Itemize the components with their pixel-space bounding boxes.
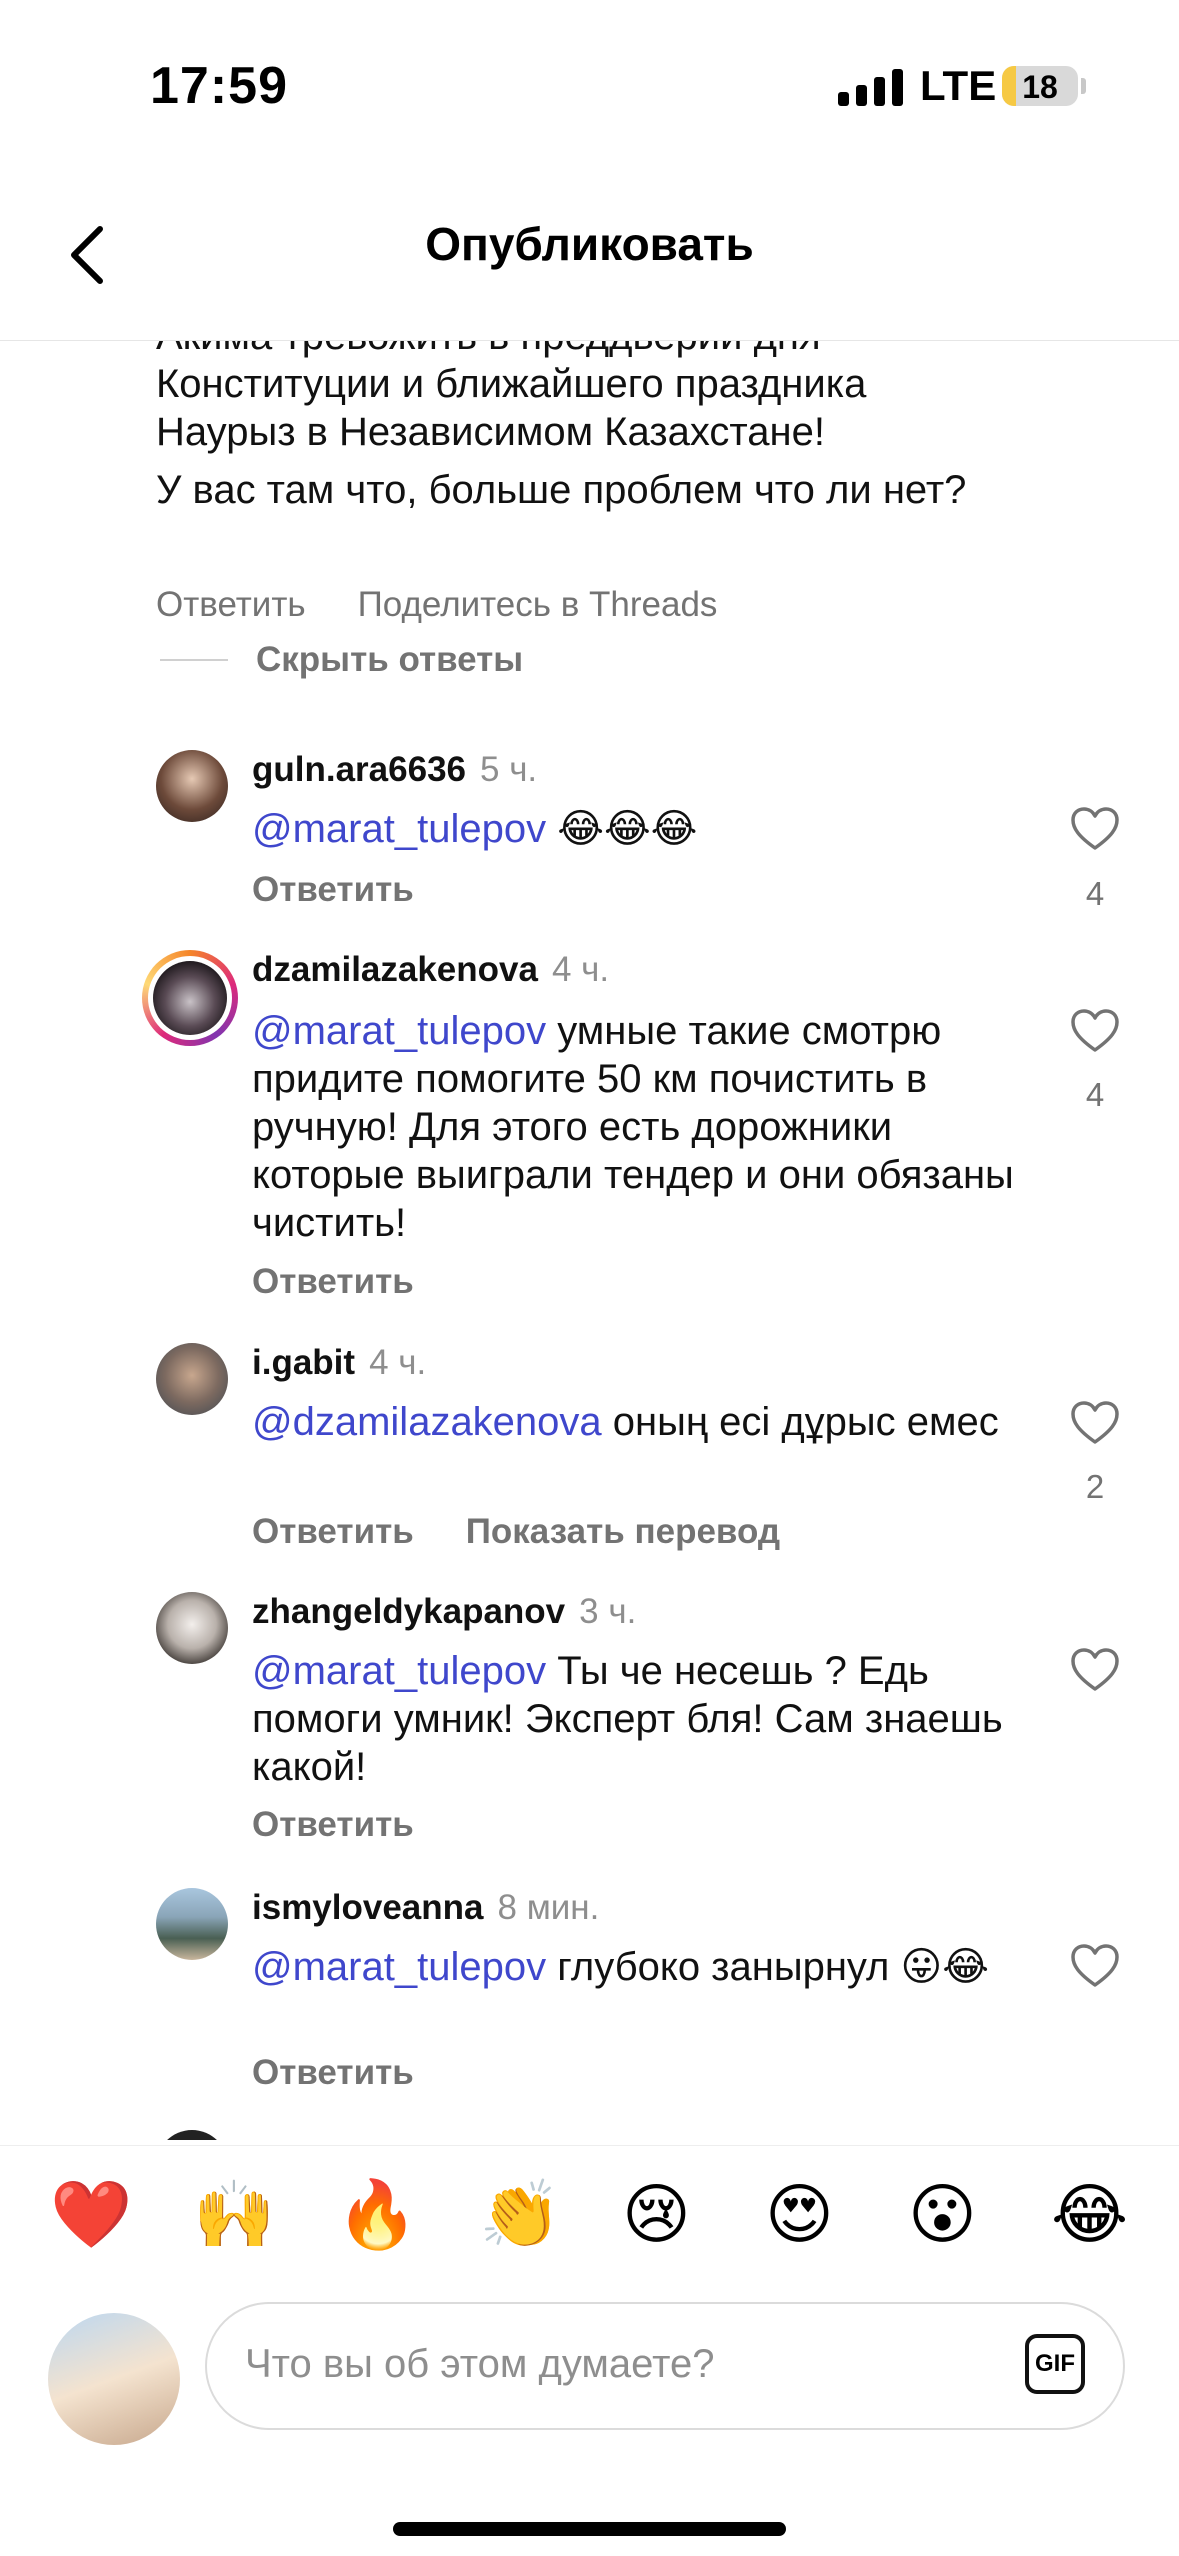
like-count: 2 [1085, 1468, 1105, 1505]
comment-time: 4 ч. [369, 1343, 427, 1382]
reply-button[interactable]: Ответить [252, 1512, 414, 1552]
mention-link[interactable]: @dzamilazakenova [252, 1400, 602, 1444]
reply-button[interactable]: Ответить [252, 2053, 414, 2093]
mention-link[interactable]: @marat_tulepov [252, 1649, 546, 1693]
avatar[interactable] [156, 1592, 228, 1664]
post-text-2: У вас там что, больше проблем что ли нет… [156, 468, 967, 512]
like-count: 4 [1085, 1076, 1105, 1113]
show-translation-button[interactable]: Показать перевод [466, 1512, 780, 1552]
page-header: Опубликовать [0, 175, 1179, 341]
comment-text: @marat_tulepov 😂😂😂 [252, 805, 1032, 853]
comment-time: 5 ч. [480, 750, 538, 789]
reply-button[interactable]: Ответить [252, 1805, 414, 1845]
heart-icon[interactable] [1070, 1943, 1120, 1989]
reply-button[interactable]: Ответить [252, 870, 414, 910]
network-label: LTE [920, 62, 997, 109]
avatar[interactable] [156, 1888, 228, 1960]
comment-text: @marat_tulepov умные такие смотрю придит… [252, 1007, 1032, 1247]
page-title: Опубликовать [425, 218, 754, 270]
reaction-surprised[interactable]: 😮 [908, 2174, 977, 2254]
status-time: 17:59 [150, 57, 288, 115]
reaction-laugh[interactable]: 😂 [1051, 2174, 1128, 2254]
reaction-cry[interactable]: 😢 [622, 2174, 691, 2254]
comment-text: @marat_tulepov Ты че несешь ? Едь помоги… [252, 1647, 1032, 1791]
heart-icon[interactable] [1070, 1400, 1120, 1446]
comment-username[interactable]: zhangeldykapanov [252, 1592, 565, 1632]
current-user-avatar [48, 2313, 180, 2445]
mention-link[interactable]: @marat_tulepov [252, 1009, 546, 1053]
comments-list[interactable]: Акима тревожить в преддверии дня Констит… [0, 340, 1179, 2140]
hide-replies-button[interactable]: Скрыть ответы [160, 640, 523, 680]
mention-link[interactable]: @marat_tulepov [252, 1945, 546, 1989]
comment-body: глубоко занырнул 😛😂 [546, 1945, 989, 1989]
gif-button[interactable]: GIF [1025, 2334, 1085, 2394]
battery-level: 18 [1022, 69, 1058, 105]
home-indicator [393, 2522, 786, 2536]
comment-username[interactable]: guln.ara6636 [252, 750, 466, 790]
reaction-fire[interactable]: 🔥 [336, 2174, 418, 2254]
heart-icon[interactable] [1070, 806, 1120, 852]
comment-username[interactable]: ismyloveanna [252, 1888, 484, 1928]
comment-body: оның есі дұрыс емес [601, 1400, 999, 1444]
signal-icon [838, 68, 903, 106]
comment-time: 3 ч. [579, 1592, 637, 1631]
comment-time: 8 мин. [497, 1888, 600, 1927]
reply-button[interactable]: Ответить [156, 585, 306, 625]
avatar[interactable] [156, 1343, 228, 1415]
avatar[interactable] [156, 2130, 228, 2140]
battery-tip [1081, 78, 1086, 94]
share-threads-button[interactable]: Поделитесь в Threads [358, 585, 718, 625]
hide-replies-label: Скрыть ответы [256, 640, 524, 679]
reply-button[interactable]: Ответить [252, 1262, 414, 1302]
heart-icon[interactable] [1070, 1008, 1120, 1054]
post-actions: Ответить Поделитесь в Threads [156, 585, 717, 625]
comment-text: @dzamilazakenova оның есі дұрыс емес [252, 1398, 1032, 1446]
reaction-heart[interactable]: ❤️ [50, 2174, 132, 2254]
reaction-clap[interactable]: 👏 [479, 2174, 561, 2254]
comment-username[interactable]: i.gabit [252, 1343, 355, 1383]
comment-username[interactable]: dzamilazakenova [252, 950, 538, 990]
comment-body: 😂😂😂 [546, 807, 698, 851]
divider-line [160, 659, 228, 661]
reaction-heart-eyes[interactable]: 😍 [765, 2174, 834, 2254]
comment-time: 4 ч. [551, 950, 610, 989]
comment-composer: Что вы об этом думаете? GIF [0, 2285, 1179, 2556]
post-text-1: Акима тревожить в преддверии дня Констит… [156, 340, 867, 454]
status-bar: 17:59 LTE 18 [0, 0, 1179, 175]
battery-icon: 18 [1002, 66, 1078, 106]
comment-input[interactable]: Что вы об этом думаете? GIF [205, 2302, 1125, 2430]
heart-icon[interactable] [1070, 1647, 1120, 1693]
avatar[interactable] [156, 750, 228, 822]
reaction-raised-hands[interactable]: 🙌 [193, 2174, 275, 2254]
avatar-story-ring[interactable] [142, 950, 238, 1046]
comment-text: @marat_tulepov глубоко занырнул 😛😂 [252, 1943, 1032, 1991]
mention-link[interactable]: @marat_tulepov [252, 807, 546, 851]
comment-input-placeholder: Что вы об этом думаете? [245, 2342, 715, 2386]
like-count: 4 [1085, 875, 1105, 912]
quick-reactions-bar: ❤️ 🙌 🔥 👏 😢 😍 😮 😂 [0, 2145, 1179, 2286]
